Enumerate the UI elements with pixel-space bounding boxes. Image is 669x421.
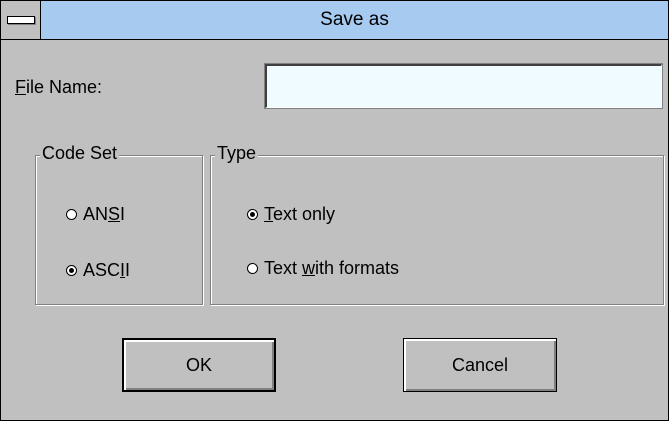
dialog-title: Save as — [320, 9, 389, 30]
radio-text-with-formats-label: Text with formats — [264, 258, 400, 278]
radio-ansi-circle — [66, 209, 77, 220]
radio-text-with-formats-circle — [247, 263, 258, 274]
radio-text-only-circle — [247, 209, 258, 220]
ok-button[interactable]: OK — [122, 338, 276, 392]
radio-ascii-label: ASCII — [83, 260, 131, 280]
radio-text-with-formats[interactable]: Text with formats — [247, 258, 399, 279]
radio-ascii-circle — [66, 265, 77, 276]
type-group: Type Text only Text with formats — [210, 143, 664, 305]
system-menu-button[interactable] — [1, 1, 41, 39]
title-bar[interactable]: Save as — [1, 1, 668, 40]
file-name-label: File Name: — [15, 77, 102, 98]
save-as-dialog: Save as File Name: Code Set ANSI ASCII T… — [0, 0, 669, 421]
radio-ascii[interactable]: ASCII — [66, 260, 130, 281]
radio-ansi-label: ANSI — [83, 204, 126, 224]
system-menu-icon — [7, 16, 35, 24]
file-name-label-accel: F — [15, 77, 26, 97]
file-name-label-rest: ile Name: — [26, 77, 103, 97]
code-set-group: Code Set ANSI ASCII — [35, 143, 203, 305]
radio-text-only-label: Text only — [264, 204, 336, 224]
radio-text-only[interactable]: Text only — [247, 204, 335, 225]
cancel-button[interactable]: Cancel — [403, 338, 557, 392]
radio-ansi[interactable]: ANSI — [66, 204, 125, 225]
code-set-legend: Code Set — [40, 143, 120, 164]
type-legend: Type — [215, 143, 259, 164]
file-name-input[interactable] — [264, 63, 663, 109]
